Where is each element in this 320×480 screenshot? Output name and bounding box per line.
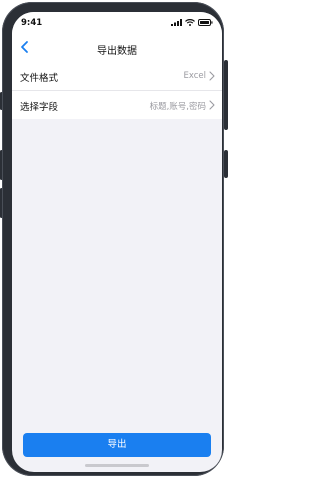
- home-indicator: [85, 464, 149, 467]
- wifi-icon: [185, 19, 195, 26]
- side-button: [224, 150, 228, 178]
- setting-label: 选择字段: [20, 102, 59, 113]
- setting-row-select-fields[interactable]: 选择字段 标题,账号,密码: [12, 91, 222, 119]
- setting-row-file-format[interactable]: 文件格式 Excel: [12, 62, 222, 90]
- status-icons: [171, 19, 213, 26]
- setting-value: 标题,账号,密码: [149, 102, 206, 112]
- page-title: 导出数据: [97, 46, 137, 57]
- setting-label: 文件格式: [20, 73, 59, 84]
- chevron-right-icon: [209, 71, 215, 81]
- phone-frame: 9:41 导出数据 文件格式 Excel 选择字段 标题,账号,密码 导出: [2, 2, 224, 476]
- battery-icon: [198, 19, 213, 26]
- status-bar: 9:41: [12, 12, 222, 34]
- chevron-right-icon: [209, 100, 215, 110]
- cellular-signal-icon: [171, 19, 182, 26]
- power-button: [224, 60, 228, 130]
- app-screen: 9:41 导出数据 文件格式 Excel 选择字段 标题,账号,密码 导出: [12, 12, 222, 472]
- export-button[interactable]: 导出: [23, 433, 211, 457]
- setting-value: Excel: [183, 71, 206, 81]
- status-time: 9:41: [21, 18, 43, 28]
- navigation-bar: 导出数据: [12, 34, 222, 62]
